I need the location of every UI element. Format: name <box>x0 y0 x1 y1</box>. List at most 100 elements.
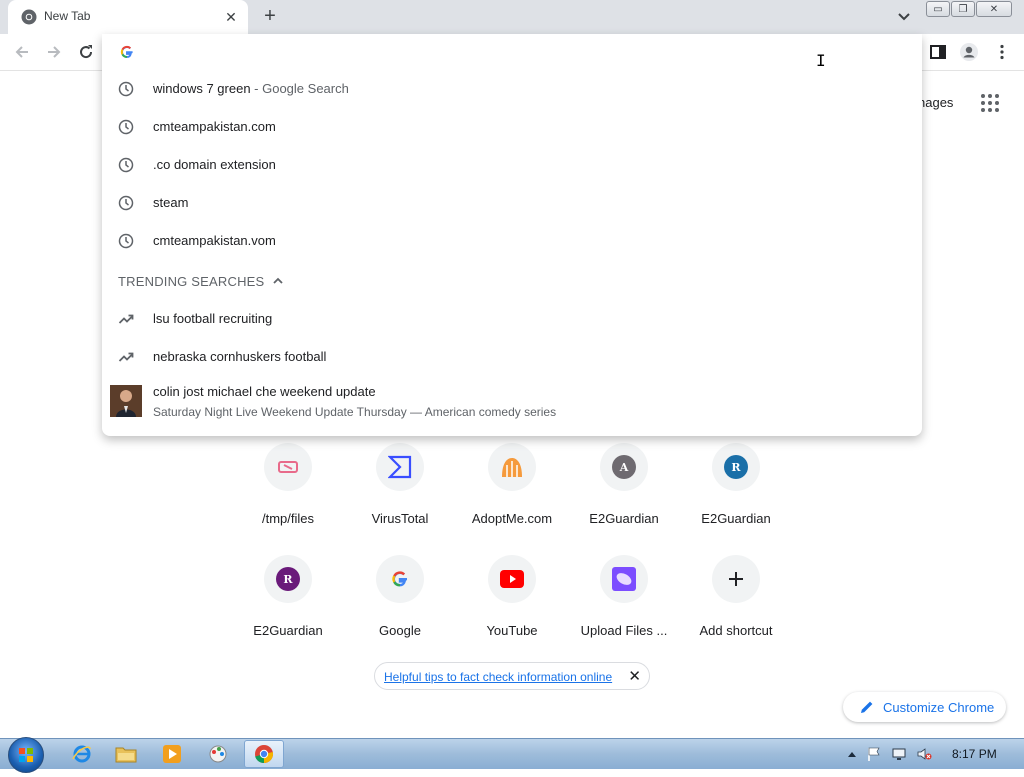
history-clock-icon <box>118 157 134 173</box>
taskbar-internet-explorer[interactable] <box>62 740 102 768</box>
taskbar-file-explorer[interactable] <box>106 740 146 768</box>
forward-button[interactable] <box>44 42 64 62</box>
shortcut-icon-bg: R <box>712 443 760 491</box>
suggestion-text: cmteampakistan.com <box>153 119 276 134</box>
shortcut-label: Google <box>379 623 421 638</box>
side-panel-button[interactable] <box>928 42 948 62</box>
tab-close-icon[interactable]: ✕ <box>222 8 240 26</box>
fact-check-tip-link[interactable]: Helpful tips to fact check information o… <box>384 670 612 684</box>
shortcut-e2guardian-a[interactable]: A E2Guardian <box>568 443 680 555</box>
shortcut-virustotal[interactable]: VirusTotal <box>344 443 456 555</box>
windows-logo-icon <box>19 748 33 762</box>
chevron-up-icon[interactable] <box>271 274 285 288</box>
side-panel-icon <box>930 45 946 59</box>
trending-item[interactable]: lsu football recruiting <box>102 300 922 338</box>
suggestion-item[interactable]: steam <box>102 184 922 222</box>
suggestion-item[interactable]: .co domain extension <box>102 146 922 184</box>
omnibox-dropdown: I windows 7 green - Google Search cmteam… <box>102 34 922 436</box>
shortcut-google[interactable]: Google <box>344 555 456 667</box>
entity-thumbnail <box>110 385 142 417</box>
shortcut-label: Upload Files ... <box>580 623 668 638</box>
shortcut-e2guardian-r[interactable]: R E2Guardian <box>680 443 792 555</box>
shortcut-youtube[interactable]: YouTube <box>456 555 568 667</box>
suggestion-item[interactable]: windows 7 green - Google Search <box>102 70 922 108</box>
taskbar-paint[interactable] <box>198 740 238 768</box>
tab-search-chevron-icon[interactable] <box>894 8 914 26</box>
show-hidden-icons-icon[interactable] <box>844 747 860 763</box>
letter-avatar-icon: R <box>276 567 300 591</box>
suggestion-text: cmteampakistan.vom <box>153 233 276 248</box>
minimize-button[interactable]: ▭ <box>926 1 950 17</box>
window-controls: ▭ ❐ ✕ <box>926 1 1012 17</box>
rich-entity-suggestion[interactable]: colin jost michael che weekend update Sa… <box>102 378 922 426</box>
shortcut-tmp-files[interactable]: /tmp/files <box>232 443 344 555</box>
entity-description: Saturday Night Live Weekend Update Thurs… <box>153 405 557 419</box>
shortcut-e2guardian-r2[interactable]: R E2Guardian <box>232 555 344 667</box>
history-clock-icon <box>118 119 134 135</box>
shortcut-label: E2Guardian <box>701 511 771 526</box>
trending-up-icon <box>118 314 134 324</box>
shortcut-adoptme[interactable]: AdoptMe.com <box>456 443 568 555</box>
close-window-button[interactable]: ✕ <box>976 1 1012 17</box>
profile-button[interactable] <box>959 42 979 62</box>
upload-files-icon <box>612 567 636 591</box>
action-center-flag-icon[interactable] <box>866 746 882 762</box>
shortcut-icon-bg: R <box>264 555 312 603</box>
arrow-right-icon <box>48 46 61 58</box>
shortcut-label: /tmp/files <box>261 511 314 526</box>
trending-text: lsu football recruiting <box>153 311 273 326</box>
trending-text: nebraska cornhuskers football <box>153 349 327 364</box>
apps-grid-icon[interactable] <box>980 93 1000 113</box>
trending-item[interactable]: nebraska cornhuskers football <box>102 338 922 376</box>
menu-button[interactable] <box>992 42 1012 62</box>
windows-taskbar: 8:17 PM <box>0 737 1024 773</box>
taskbar-chrome[interactable] <box>244 740 284 768</box>
suggestion-suffix: - Google Search <box>250 81 349 96</box>
chrome-icon <box>255 745 274 764</box>
suggestion-text: .co domain extension <box>153 157 276 172</box>
network-icon[interactable] <box>891 746 907 762</box>
plus-icon <box>729 572 743 586</box>
restore-button[interactable]: ❐ <box>951 1 975 17</box>
reload-button[interactable] <box>76 42 96 62</box>
volume-muted-icon[interactable] <box>916 746 932 762</box>
entity-title: colin jost michael che weekend update <box>153 384 376 399</box>
suggestion-item[interactable]: cmteampakistan.vom <box>102 222 922 260</box>
shortcut-icon-bg: A <box>600 443 648 491</box>
internet-explorer-icon <box>72 745 91 763</box>
taskbar-clock[interactable]: 8:17 PM <box>952 747 997 761</box>
shortcut-row-2: R E2Guardian Google YouTube Upload Files… <box>232 555 792 667</box>
tab-new-tab[interactable]: New Tab ✕ <box>8 0 248 34</box>
history-clock-icon <box>118 195 134 211</box>
shortcut-row-1: /tmp/files VirusTotal AdoptMe.com A E2Gu… <box>232 443 792 555</box>
omnibox-input[interactable] <box>150 42 854 64</box>
shortcut-label: YouTube <box>486 623 538 638</box>
shortcut-upload-files[interactable]: Upload Files ... <box>568 555 680 667</box>
fact-check-tip-chip: Helpful tips to fact check information o… <box>374 662 650 690</box>
shortcut-label: VirusTotal <box>371 511 429 526</box>
images-link[interactable]: nages <box>918 95 953 110</box>
back-button[interactable] <box>12 42 32 62</box>
taskbar-media-player[interactable] <box>152 740 192 768</box>
ticket-icon <box>278 461 298 473</box>
reload-icon <box>80 45 93 59</box>
tip-close-icon[interactable]: ✕ <box>628 667 641 685</box>
file-explorer-icon <box>115 747 137 763</box>
customize-chrome-button[interactable]: Customize Chrome <box>843 692 1006 722</box>
add-shortcut-button[interactable]: Add shortcut <box>680 555 792 667</box>
new-tab-button[interactable]: + <box>259 6 281 28</box>
shortcut-icon-bg <box>264 443 312 491</box>
tab-strip: New Tab ✕ + ▭ ❐ ✕ <box>0 0 1024 34</box>
shortcut-label: AdoptMe.com <box>471 511 553 526</box>
trending-searches-header: TRENDING SEARCHES <box>118 274 265 289</box>
history-clock-icon <box>118 233 134 249</box>
google-g-icon <box>392 571 407 587</box>
suggestion-item[interactable]: cmteampakistan.com <box>102 108 922 146</box>
letter-avatar-icon: A <box>612 455 636 479</box>
kebab-menu-icon <box>1000 44 1004 60</box>
shortcut-icon-bg <box>488 555 536 603</box>
shortcut-label: E2Guardian <box>253 623 323 638</box>
pencil-icon <box>861 701 873 713</box>
adoptme-icon <box>502 458 522 477</box>
google-g-icon <box>120 45 133 58</box>
